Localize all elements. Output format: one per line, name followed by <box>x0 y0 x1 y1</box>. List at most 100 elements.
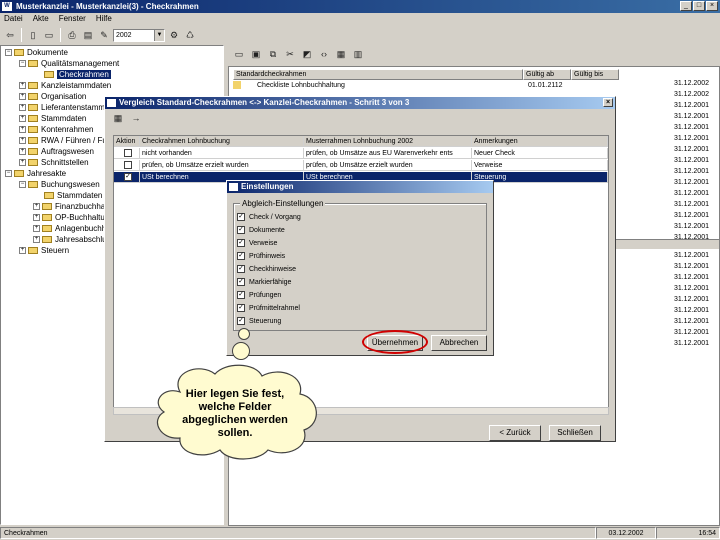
tree-item[interactable]: + OP-Buchhaltung <box>33 213 114 223</box>
code-icon[interactable]: ‹› <box>317 47 331 61</box>
expand-icon[interactable]: + <box>19 159 26 167</box>
option-checkbox[interactable]: ✓ <box>237 213 245 222</box>
column-header[interactable]: Musterrahmen Lohnbuchung 2002 <box>304 136 472 147</box>
option-row[interactable]: ✓ Check / Vorgang <box>237 213 301 223</box>
menu-hilfe[interactable]: Hilfe <box>96 13 112 25</box>
tree-item[interactable]: − Dokumente <box>5 48 68 58</box>
tree-item[interactable]: Stammdaten <box>33 191 102 201</box>
tree-item[interactable]: + Auftragswesen <box>19 147 94 157</box>
tree-item[interactable]: + Steuern <box>19 246 69 256</box>
new-document-icon[interactable]: ▯ <box>26 28 40 42</box>
cancel-button[interactable]: Abbrechen <box>431 335 487 351</box>
tree-item[interactable]: + Lieferantenstamm <box>19 103 105 113</box>
expand-icon[interactable]: + <box>19 82 26 90</box>
tree-item[interactable]: Checkrahmen <box>33 70 111 80</box>
option-checkbox[interactable]: ✓ <box>237 252 245 261</box>
tree-item[interactable]: + Kontenrahmen <box>19 125 93 135</box>
tree-item[interactable]: + Organisation <box>19 92 86 102</box>
option-checkbox[interactable]: ✓ <box>237 265 245 274</box>
option-checkbox[interactable]: ✓ <box>237 304 245 313</box>
column-header[interactable]: Gültig ab <box>523 69 571 80</box>
collapse-icon[interactable]: − <box>19 60 26 68</box>
tree-item[interactable]: + Kanzleistammdaten <box>19 81 111 91</box>
tree-item[interactable]: + Schnittstellen <box>19 158 89 168</box>
grid-row[interactable]: nicht vorhanden prüfen, ob Umsätze aus EU… <box>114 148 608 159</box>
close-icon[interactable]: × <box>603 98 613 107</box>
action-checkbox[interactable] <box>124 149 132 158</box>
cut-icon[interactable]: ✂ <box>283 47 297 61</box>
column-header[interactable]: Gültig bis <box>571 69 619 80</box>
option-row[interactable]: ✓ Prüfungen <box>237 291 281 301</box>
menu-akte[interactable]: Akte <box>33 13 49 25</box>
expand-icon[interactable]: + <box>19 148 26 156</box>
tree-item[interactable]: − Qualitätsmanagement <box>19 59 119 69</box>
expand-icon[interactable]: + <box>33 203 40 211</box>
tree-item[interactable]: − Buchungswesen <box>19 180 100 190</box>
close-button[interactable]: × <box>706 1 718 11</box>
column-header[interactable]: Anmerkungen <box>472 136 608 147</box>
save-icon[interactable]: ▣ <box>249 47 263 61</box>
grid-row[interactable]: prüfen, ob Umsätze erzielt wurden prüfen,… <box>114 160 608 171</box>
print-icon[interactable]: ⎙ <box>65 28 79 42</box>
option-row[interactable]: ✓ Steuerung <box>237 317 281 327</box>
close-dialog-button[interactable]: Schließen <box>549 425 601 441</box>
back-button[interactable]: < Zurück <box>489 425 541 441</box>
action-cell[interactable] <box>114 148 140 159</box>
chevron-down-icon[interactable]: ▼ <box>154 29 164 41</box>
option-row[interactable]: ✓ Checkhinweise <box>237 265 296 275</box>
tree-item[interactable]: + Stammdaten <box>19 114 86 124</box>
back-icon[interactable]: ⇦ <box>3 28 17 42</box>
list-row[interactable]: Checkliste Lohnbuchhaltung 01.01.2112 <box>233 81 703 91</box>
menu-fenster[interactable]: Fenster <box>59 13 86 25</box>
expand-icon[interactable]: + <box>19 137 26 145</box>
open-folder-icon[interactable]: ▭ <box>42 28 56 42</box>
tree-item[interactable]: − Jahresakte <box>5 169 66 179</box>
copy-icon[interactable]: ⧉ <box>266 47 280 61</box>
open-icon[interactable]: ▭ <box>232 47 246 61</box>
option-row[interactable]: ✓ Markierfähige <box>237 278 291 288</box>
collapse-icon[interactable]: − <box>5 49 12 57</box>
settings-icon[interactable]: ⚙ <box>167 28 181 42</box>
option-checkbox[interactable]: ✓ <box>237 291 245 300</box>
column-header[interactable]: Aktion <box>114 136 140 147</box>
grid-icon[interactable]: ▥ <box>351 47 365 61</box>
expand-icon[interactable]: + <box>33 225 40 233</box>
option-row[interactable]: ✓ Prüfhinweis <box>237 252 285 262</box>
expand-icon[interactable]: + <box>33 214 40 222</box>
folder-icon <box>14 170 24 178</box>
collapse-icon[interactable]: − <box>19 181 26 189</box>
action-checkbox[interactable] <box>124 161 132 170</box>
option-row[interactable]: ✓ Prüfmittelrahmel <box>237 304 300 314</box>
column-header[interactable]: Standardcheckrahmen <box>233 69 523 80</box>
filter-icon[interactable]: ▦ <box>111 111 125 125</box>
properties-icon[interactable]: ◩ <box>300 47 314 61</box>
action-cell[interactable] <box>114 160 140 171</box>
option-checkbox[interactable]: ✓ <box>237 226 245 235</box>
edit-icon[interactable]: ✎ <box>97 28 111 42</box>
option-row[interactable]: ✓ Verweise <box>237 239 277 249</box>
expand-icon[interactable]: + <box>19 247 26 255</box>
option-checkbox[interactable]: ✓ <box>237 278 245 287</box>
collapse-icon[interactable]: − <box>5 170 12 178</box>
action-checkbox[interactable]: ✓ <box>124 173 132 182</box>
expand-icon[interactable]: + <box>33 236 40 244</box>
tree-item[interactable]: + RWA / Führen / Fu <box>19 136 107 146</box>
option-row[interactable]: ✓ Dokumente <box>237 226 285 236</box>
expand-icon[interactable]: + <box>19 126 26 134</box>
option-checkbox[interactable]: ✓ <box>237 239 245 248</box>
preview-icon[interactable]: ▤ <box>81 28 95 42</box>
minimize-button[interactable]: _ <box>680 1 692 11</box>
recycle-icon[interactable]: ♺ <box>183 28 197 42</box>
year-select[interactable]: 2002 ▼ <box>113 28 165 42</box>
maximize-button[interactable]: □ <box>693 1 705 11</box>
arrow-right-icon[interactable]: → <box>129 111 143 125</box>
action-cell[interactable]: ✓ <box>114 172 140 183</box>
column-header[interactable]: Checkrahmen Lohnbuchung <box>140 136 304 147</box>
expand-icon[interactable]: + <box>19 115 26 123</box>
expand-icon[interactable]: + <box>19 104 26 112</box>
table-icon[interactable]: ▦ <box>334 47 348 61</box>
expand-icon[interactable]: + <box>19 93 26 101</box>
option-checkbox[interactable]: ✓ <box>237 317 245 326</box>
tree-item[interactable]: + Jahresabschluss <box>33 235 115 245</box>
menu-datei[interactable]: Datei <box>4 13 23 25</box>
